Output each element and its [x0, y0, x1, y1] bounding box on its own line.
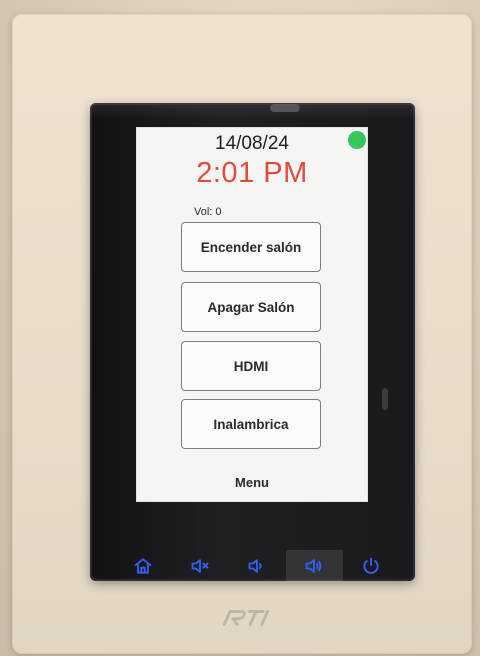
touch-screen: 14/08/24 2:01 PM Vol: 0 Encender salón A… — [136, 127, 368, 502]
volume-up-button[interactable] — [285, 550, 343, 582]
home-button[interactable] — [114, 550, 171, 582]
menu-button[interactable]: Menu — [136, 475, 368, 490]
bezel-side-slot — [382, 388, 388, 410]
power-icon — [363, 557, 379, 574]
volume-up-icon — [305, 559, 322, 573]
home-icon — [134, 558, 152, 574]
volume-readout: Vol: 0 — [194, 206, 222, 218]
apagar-salon-button[interactable]: Apagar Salón — [181, 282, 321, 332]
brand-logo — [217, 605, 282, 631]
encender-salon-button[interactable]: Encender salón — [181, 222, 321, 272]
time-display: 2:01 PM — [196, 157, 308, 189]
mute-button[interactable] — [171, 550, 228, 582]
volume-mute-icon — [191, 559, 209, 573]
volume-down-icon — [248, 559, 262, 573]
date-display: 14/08/24 — [215, 133, 289, 154]
bezel-glare — [88, 102, 417, 120]
proximity-sensor — [270, 104, 300, 112]
power-button[interactable] — [343, 550, 400, 582]
volume-down-button[interactable] — [228, 550, 285, 582]
inalambrica-button[interactable]: Inalambrica — [181, 399, 321, 449]
hdmi-button[interactable]: HDMI — [181, 341, 321, 391]
hardware-control-bar — [114, 548, 400, 584]
rti-logo-icon — [222, 610, 269, 626]
